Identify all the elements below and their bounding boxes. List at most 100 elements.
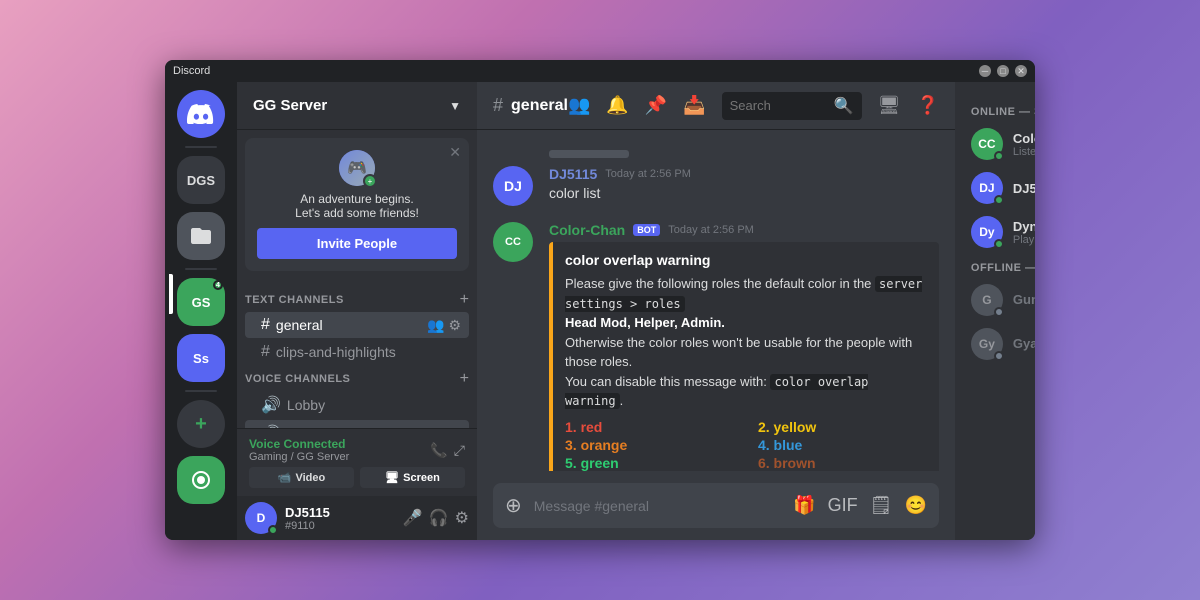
voice-channel-lobby[interactable]: 🔊 Lobby	[245, 391, 469, 419]
sidebar-item-discord-home[interactable]	[177, 90, 225, 138]
message-content: DJ5115 Today at 2:56 PM color list	[549, 166, 939, 206]
member-item-gunners[interactable]: G Gunners	[963, 278, 1035, 322]
sidebar-item-gg-server[interactable]: GS 4	[177, 278, 225, 326]
color-item-blue: 4. blue	[758, 437, 927, 453]
chat-area: # general 👥 🔔 📌 📥 🔍 🖥 ❓	[477, 82, 955, 540]
minimize-button[interactable]: ─	[979, 65, 991, 77]
member-avatar: Dy	[971, 216, 1003, 248]
channel-sidebar: GG Server ▼ ✕ 🎮 + An adventure begins. L…	[237, 82, 477, 540]
message-content: Color-Chan BOT Today at 2:56 PM color ov…	[549, 222, 939, 471]
screen-icon: 🖥	[385, 471, 399, 484]
member-item-dyno[interactable]: Dy Dyno BOT Playing dyno.gg | ?help	[963, 210, 1035, 254]
invite-people-button[interactable]: Invite People	[257, 228, 457, 259]
embed-body: Please give the following roles the defa…	[565, 274, 927, 411]
gif-icon[interactable]: GIF	[828, 495, 858, 516]
message-timestamp: Today at 2:56 PM	[668, 224, 754, 236]
sidebar-item-dgs[interactable]: DGS	[177, 156, 225, 204]
member-item-dj5115[interactable]: DJ DJ5115 ⭐	[963, 166, 1035, 210]
emoji-icon[interactable]: 😊	[904, 495, 926, 516]
message-username: DJ5115	[549, 166, 597, 182]
sidebar-item-folder[interactable]	[177, 212, 225, 260]
message-username: Color-Chan	[549, 222, 625, 238]
previous-message	[493, 146, 939, 166]
pin-icon[interactable]: 📌	[645, 95, 667, 116]
bot-badge: BOT	[633, 224, 660, 236]
inbox-icon[interactable]: 📥	[683, 95, 705, 116]
message-text: color list	[549, 184, 939, 204]
member-status: Playing dyno.gg | ?help	[1013, 234, 1035, 246]
right-sidebar: ONLINE — 3 CC Color-Chan BOT Listening t…	[955, 82, 1035, 540]
voice-channel-gaming[interactable]: 🔊 Gaming	[245, 420, 469, 428]
sidebar-item-ss[interactable]: Ss	[177, 334, 225, 382]
voice-icon: 🔊	[261, 395, 281, 415]
server-header-arrow: ▼	[449, 99, 461, 113]
voice-disconnect-icon[interactable]: 📞	[430, 442, 447, 459]
status-dot	[994, 195, 1004, 205]
screen-button[interactable]: 🖥 Screen	[360, 467, 465, 488]
invite-popup-close[interactable]: ✕	[449, 144, 461, 161]
server-name: GG Server	[253, 97, 327, 114]
voice-expand-icon[interactable]: ⤢	[454, 442, 465, 459]
headset-icon[interactable]: 🎧	[429, 508, 449, 528]
member-name: Dyno	[1013, 219, 1035, 234]
search-input[interactable]	[730, 98, 828, 113]
server-divider-2	[185, 268, 217, 270]
username: DJ5115	[285, 505, 395, 520]
settings-icon[interactable]: ⚙	[448, 317, 461, 334]
sidebar-item-active-green[interactable]	[177, 456, 225, 504]
mic-icon[interactable]: 🎤	[403, 508, 423, 528]
channel-hash-icon: #	[493, 95, 503, 116]
titlebar: Discord ─ □ ✕	[165, 60, 1035, 82]
member-info: Dyno BOT Playing dyno.gg | ?help	[1013, 219, 1035, 246]
user-tag: #9110	[285, 520, 395, 532]
server-header[interactable]: GG Server ▼	[237, 82, 477, 130]
member-item-gyaldenlama[interactable]: Gy Gyaldenlama	[963, 322, 1035, 366]
channel-name-clips: clips-and-highlights	[276, 344, 461, 360]
voice-channels-category[interactable]: Voice Channels +	[237, 366, 477, 390]
maximize-button[interactable]: □	[997, 65, 1009, 77]
message-group: CC Color-Chan BOT Today at 2:56 PM color…	[493, 222, 939, 471]
add-voice-channel-button[interactable]: +	[460, 370, 469, 388]
server-divider	[185, 146, 217, 148]
bell-icon[interactable]: 🔔	[606, 95, 628, 116]
add-attachment-button[interactable]: ⊕	[505, 493, 522, 518]
search-bar[interactable]: 🔍	[722, 92, 862, 120]
help-icon[interactable]: ❓	[916, 95, 938, 116]
members-icon[interactable]: 👥	[568, 95, 590, 116]
voice-connected-subtitle: Gaming / GG Server	[249, 451, 349, 463]
channel-item-general[interactable]: # general 👥 ⚙	[245, 312, 469, 338]
sticker-icon[interactable]: 🗒	[870, 495, 893, 516]
online-section-title: ONLINE — 3	[963, 98, 1035, 122]
member-avatar: CC	[971, 128, 1003, 160]
channel-item-clips[interactable]: # clips-and-highlights	[245, 339, 469, 365]
main-area: DGS GS 4 Ss +	[165, 82, 1035, 540]
text-channels-category[interactable]: Text Channels +	[237, 287, 477, 311]
member-name: Color-Chan	[1013, 131, 1035, 146]
close-button[interactable]: ✕	[1015, 65, 1027, 77]
settings-icon[interactable]: ⚙	[455, 508, 469, 528]
monitor-icon[interactable]: 🖥	[878, 95, 901, 116]
add-member-icon[interactable]: 👥	[427, 317, 444, 334]
color-item-orange: 3. orange	[565, 437, 734, 453]
message-timestamp: Today at 2:56 PM	[605, 168, 691, 180]
chat-input-area: ⊕ 🎁 GIF 🗒 😊	[477, 471, 955, 540]
message-avatar: DJ	[493, 166, 533, 206]
titlebar-title: Discord	[173, 65, 979, 77]
sidebar-item-add-server[interactable]: +	[177, 400, 225, 448]
channel-name-general: general	[276, 317, 421, 333]
add-channel-button[interactable]: +	[460, 291, 469, 309]
user-bar: D DJ5115 #9110 🎤 🎧 ⚙	[237, 496, 477, 540]
gift-icon[interactable]: 🎁	[793, 495, 815, 516]
member-info: Gyaldenlama	[1013, 335, 1035, 353]
user-info: DJ5115 #9110	[285, 505, 395, 532]
color-item-brown: 6. brown	[758, 455, 927, 471]
status-dot	[994, 307, 1004, 317]
color-item-green: 5. green	[565, 455, 734, 471]
video-button[interactable]: 📹 Video	[249, 467, 354, 488]
invite-popup: ✕ 🎮 + An adventure begins. Let's add som…	[245, 138, 469, 271]
member-item-color-chan[interactable]: CC Color-Chan BOT Listening to color hel…	[963, 122, 1035, 166]
member-name: Gyaldenlama	[1013, 336, 1035, 351]
notification-badge: 4	[213, 280, 223, 290]
voice-connected-title: Voice Connected	[249, 437, 349, 451]
chat-input[interactable]	[534, 498, 781, 514]
